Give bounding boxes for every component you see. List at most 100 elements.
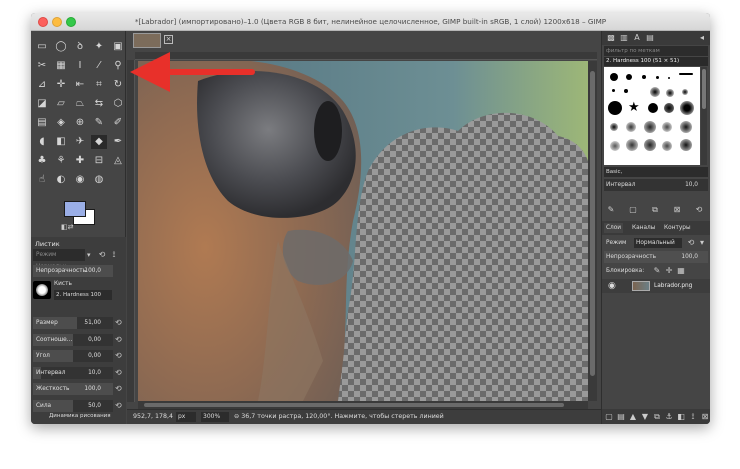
text-tool-icon[interactable]: Ⅰ <box>72 59 88 73</box>
anchor-layer-icon[interactable]: ⚓ <box>664 411 674 422</box>
horizontal-scroll-thumb[interactable] <box>144 403 564 407</box>
rotate-tool-icon[interactable]: ↻ <box>110 78 126 92</box>
lower-layer-icon[interactable]: ▼ <box>640 411 650 422</box>
slider-6[interactable]: Сила 50,0 <box>33 399 113 412</box>
gegl-tool-icon[interactable]: ◍ <box>91 173 107 187</box>
chevron-down-icon[interactable]: ▾ <box>697 237 707 249</box>
brush-grid-scrollbar[interactable] <box>701 67 707 165</box>
duplicate-brush-icon[interactable]: ⧉ <box>650 204 660 216</box>
heal-tool-icon[interactable]: ✚ <box>72 154 88 168</box>
brush-tag-field[interactable]: Basic, <box>604 167 708 177</box>
warp-transform-tool-icon[interactable]: ▤ <box>34 116 50 130</box>
dodge-burn-tool-icon[interactable]: ◐ <box>53 173 69 187</box>
brush-name-field[interactable]: 2. Hardness 100 <box>54 290 112 300</box>
mode-reset-icon[interactable]: ⟲ <box>97 249 107 261</box>
smudge-tool-icon[interactable]: ☝ <box>34 173 50 187</box>
handle-transform-tool-icon[interactable]: ⊕ <box>72 116 88 130</box>
fuzzy-select-tool-icon[interactable]: ✦ <box>91 40 107 54</box>
zoom-dropdown[interactable]: 300% <box>201 412 229 422</box>
pencil-tool-icon[interactable]: ✐ <box>110 116 126 130</box>
crop-tool-icon[interactable]: ⌗ <box>91 78 107 92</box>
align-tool-icon[interactable]: ⇤ <box>72 78 88 92</box>
brush-interval-slider[interactable]: Интервал 10,0 <box>604 179 708 191</box>
opacity-slider[interactable]: Непрозрачность 100,0 <box>33 265 113 277</box>
eraser-tool-icon[interactable]: ◆ <box>91 135 107 149</box>
measure-tool-icon[interactable]: ⊿ <box>34 78 50 92</box>
dock-menu-icon[interactable]: ◂ <box>697 33 707 43</box>
reset-slider-icon[interactable]: ⟲ <box>115 334 125 346</box>
mode-chain-icon[interactable]: ⟟ <box>109 249 119 261</box>
layer-mask-icon[interactable]: ◧ <box>676 411 686 422</box>
document-history-tab-icon[interactable]: ▤ <box>645 33 655 43</box>
zoom-tool-icon[interactable]: ⚲ <box>110 59 126 73</box>
perspective-tool-icon[interactable]: ⏢ <box>72 97 88 111</box>
refresh-brushes-icon[interactable]: ⟲ <box>694 204 704 216</box>
gradient-tool-icon[interactable]: ◧ <box>53 135 69 149</box>
reset-slider-icon[interactable]: ⟲ <box>115 350 125 362</box>
tab-layers[interactable]: Слои <box>604 223 624 233</box>
slider-1[interactable]: Размер 51,00 <box>33 317 113 329</box>
paintbrush-tool-icon[interactable]: ✎ <box>91 116 107 130</box>
horizontal-ruler[interactable] <box>135 52 597 60</box>
image-canvas[interactable] <box>138 61 588 401</box>
ellipse-select-tool-icon[interactable]: ◯ <box>53 40 69 54</box>
horizontal-scrollbar[interactable] <box>138 401 588 409</box>
brush-grid[interactable]: ★ <box>604 67 700 165</box>
scale-tool-icon[interactable]: ◪ <box>34 97 50 111</box>
raise-layer-icon[interactable]: ▲ <box>628 411 638 422</box>
vertical-scrollbar[interactable] <box>588 61 597 401</box>
reset-slider-icon[interactable]: ⟲ <box>115 367 125 379</box>
chain-icon[interactable]: ⟟ <box>688 411 698 422</box>
new-layer-group-icon[interactable]: ▤ <box>616 411 626 422</box>
lock-pixels-icon[interactable]: ✎ <box>652 265 662 277</box>
layer-mode-reset-icon[interactable]: ⟲ <box>686 237 696 249</box>
slider-4[interactable]: Интервал 10,0 <box>33 366 113 379</box>
rect-select-tool-icon[interactable]: ▭ <box>34 40 50 54</box>
new-layer-icon[interactable]: ▢ <box>604 411 614 422</box>
clone-tool-icon[interactable]: ⚘ <box>53 154 69 168</box>
ink-tool-icon[interactable]: ✒ <box>110 135 126 149</box>
paths-tool-icon[interactable]: ▦ <box>53 59 69 73</box>
delete-layer-icon[interactable]: ⊠ <box>700 411 710 422</box>
delete-brush-icon[interactable]: ⊠ <box>672 204 682 216</box>
reset-slider-icon[interactable]: ⟲ <box>115 317 125 329</box>
image-tab-thumbnail[interactable] <box>133 33 161 48</box>
brush-grid-scroll-thumb[interactable] <box>702 69 706 109</box>
bucket-fill-tool-icon[interactable]: ◖ <box>34 135 50 149</box>
tab-channels[interactable]: Каналы <box>632 223 655 233</box>
edit-brush-icon[interactable]: ✎ <box>606 204 616 216</box>
scissors-tool-icon[interactable]: ✂ <box>34 59 50 73</box>
brushes-tab-icon[interactable]: ▩ <box>606 33 616 43</box>
brush-thumbnail[interactable] <box>33 281 51 299</box>
reset-colors-icon[interactable]: ◧⇄ <box>61 223 73 231</box>
unified-transform-tool-icon[interactable]: ◈ <box>53 116 69 130</box>
paint-select-tool-icon[interactable]: ◉ <box>72 173 88 187</box>
layer-row[interactable]: ◉ Labrador.png <box>602 279 710 293</box>
fonts-tab-icon[interactable]: A <box>632 33 642 43</box>
tab-paths[interactable]: Контуры <box>664 223 691 233</box>
layer-opacity-slider[interactable]: Непрозрачность 100,0 <box>604 251 708 263</box>
blur-tool-icon[interactable]: ◬ <box>110 154 126 168</box>
move-tool-icon[interactable]: ✛ <box>53 78 69 92</box>
slider-5[interactable]: Жесткость 100,0 <box>33 383 113 395</box>
layer-mode-dropdown[interactable]: Нормальный <box>634 238 682 248</box>
shear-tool-icon[interactable]: ▱ <box>53 97 69 111</box>
visibility-eye-icon[interactable]: ◉ <box>608 280 616 292</box>
new-brush-icon[interactable]: ▢ <box>628 204 638 216</box>
chevron-down-icon[interactable]: ▾ <box>87 249 97 261</box>
reset-slider-icon[interactable]: ⟲ <box>115 383 125 395</box>
duplicate-layer-icon[interactable]: ⧉ <box>652 411 662 422</box>
layer-name[interactable]: Labrador.png <box>654 279 692 293</box>
free-select-tool-icon[interactable]: ꝺ <box>72 40 88 54</box>
cage-transform-tool-icon[interactable]: ⬡ <box>110 97 126 111</box>
flip-tool-icon[interactable]: ⇆ <box>91 97 107 111</box>
brush-filter-input[interactable]: фильтр по меткам <box>604 46 708 56</box>
airbrush-tool-icon[interactable]: ✈ <box>72 135 88 149</box>
patterns-tab-icon[interactable]: ▥ <box>619 33 629 43</box>
foreground-color-swatch[interactable] <box>64 201 86 217</box>
close-image-tab-icon[interactable]: × <box>164 35 173 44</box>
color-picker-tool-icon[interactable]: ⁄ <box>91 59 107 73</box>
unit-dropdown[interactable]: px <box>176 412 196 422</box>
lock-alpha-icon[interactable]: ▦ <box>676 265 686 277</box>
vertical-scroll-thumb[interactable] <box>590 71 595 376</box>
